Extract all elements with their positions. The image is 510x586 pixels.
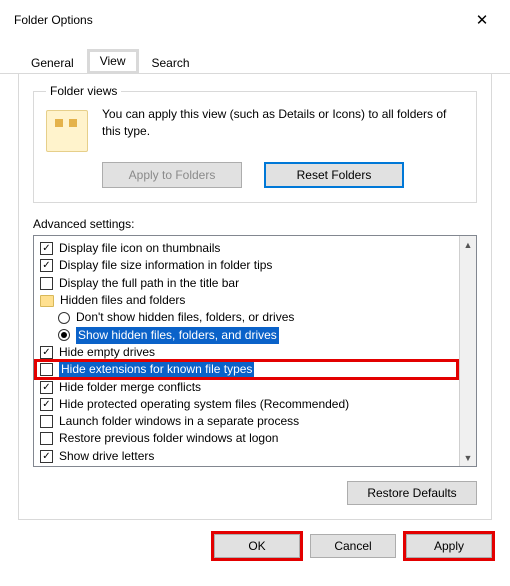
advanced-item-label: Don't show hidden files, folders, or dri… xyxy=(76,309,294,326)
window-title: Folder Options xyxy=(14,13,93,27)
advanced-item-label: Hide empty drives xyxy=(59,344,155,361)
advanced-item[interactable]: Show hidden files, folders, and drives xyxy=(36,326,457,343)
tab-search[interactable]: Search xyxy=(139,51,203,74)
checkbox-icon[interactable]: ✓ xyxy=(40,346,53,359)
titlebar: Folder Options ✕ xyxy=(0,0,510,34)
reset-folders-button[interactable]: Reset Folders xyxy=(264,162,404,188)
dialog-buttons: OK Cancel Apply xyxy=(0,520,510,558)
tab-panel-view: Folder views You can apply this view (su… xyxy=(18,74,492,520)
advanced-item-label: Launch folder windows in a separate proc… xyxy=(59,413,299,430)
radio-icon[interactable] xyxy=(58,312,70,324)
tab-general[interactable]: General xyxy=(18,51,87,74)
tab-strip: General View Search xyxy=(0,48,510,74)
apply-to-folders-button: Apply to Folders xyxy=(102,162,242,188)
advanced-settings-list: ✓ Display file icon on thumbnails ✓ Display… xyxy=(33,235,477,467)
checkbox-icon[interactable] xyxy=(40,363,53,376)
close-icon[interactable]: ✕ xyxy=(468,11,496,29)
advanced-item[interactable]: Restore previous folder windows at logon xyxy=(36,430,457,447)
tab-view[interactable]: View xyxy=(87,49,139,74)
advanced-item[interactable]: ✓ Hide empty drives xyxy=(36,344,457,361)
advanced-item-label: Display file icon on thumbnails xyxy=(59,240,220,257)
advanced-item[interactable]: ✓ Hide protected operating system files (… xyxy=(36,396,457,413)
advanced-item[interactable]: ✓ Display file icon on thumbnails xyxy=(36,240,457,257)
advanced-item[interactable]: Hide extensions for known file types xyxy=(36,361,457,378)
advanced-item[interactable]: Display the full path in the title bar xyxy=(36,275,457,292)
restore-defaults-button[interactable]: Restore Defaults xyxy=(347,481,477,505)
advanced-item-label: Display file size information in folder … xyxy=(59,257,272,274)
advanced-item-label: Restore previous folder windows at logon xyxy=(59,430,278,447)
advanced-item-label: Show hidden files, folders, and drives xyxy=(76,327,279,344)
scrollbar[interactable]: ▲ ▼ xyxy=(459,236,476,466)
folder-views-icon xyxy=(46,110,88,152)
checkbox-icon[interactable]: ✓ xyxy=(40,450,53,463)
advanced-item[interactable]: ✓ Display file size information in folder… xyxy=(36,257,457,274)
scroll-up-icon[interactable]: ▲ xyxy=(460,236,476,253)
advanced-item[interactable]: Launch folder windows in a separate proc… xyxy=(36,413,457,430)
cancel-button[interactable]: Cancel xyxy=(310,534,396,558)
checkbox-icon[interactable]: ✓ xyxy=(40,398,53,411)
advanced-item-label: Hidden files and folders xyxy=(60,292,185,309)
apply-button[interactable]: Apply xyxy=(406,534,492,558)
advanced-settings-label: Advanced settings: xyxy=(33,217,477,231)
advanced-item-label: Show drive letters xyxy=(59,448,154,465)
folder-icon xyxy=(40,295,54,307)
ok-button[interactable]: OK xyxy=(214,534,300,558)
advanced-item-label: Hide extensions for known file types xyxy=(59,361,254,378)
folder-views-legend: Folder views xyxy=(46,84,121,98)
checkbox-icon[interactable]: ✓ xyxy=(40,381,53,394)
folder-views-group: Folder views You can apply this view (su… xyxy=(33,84,477,203)
advanced-item[interactable]: Hidden files and folders xyxy=(36,292,457,309)
advanced-item[interactable]: ✓ Show drive letters xyxy=(36,448,457,465)
advanced-item-label: Hide folder merge conflicts xyxy=(59,379,201,396)
folder-views-text: You can apply this view (such as Details… xyxy=(102,106,464,140)
checkbox-icon[interactable]: ✓ xyxy=(40,242,53,255)
advanced-item[interactable]: Don't show hidden files, folders, or dri… xyxy=(36,309,457,326)
radio-icon[interactable] xyxy=(58,329,70,341)
checkbox-icon[interactable]: ✓ xyxy=(40,259,53,272)
scroll-down-icon[interactable]: ▼ xyxy=(460,449,476,466)
advanced-item-label: Hide protected operating system files (R… xyxy=(59,396,349,413)
checkbox-icon[interactable] xyxy=(40,277,53,290)
advanced-item-label: Display the full path in the title bar xyxy=(59,275,239,292)
advanced-item[interactable]: ✓ Hide folder merge conflicts xyxy=(36,378,457,395)
checkbox-icon[interactable] xyxy=(40,432,53,445)
checkbox-icon[interactable] xyxy=(40,415,53,428)
